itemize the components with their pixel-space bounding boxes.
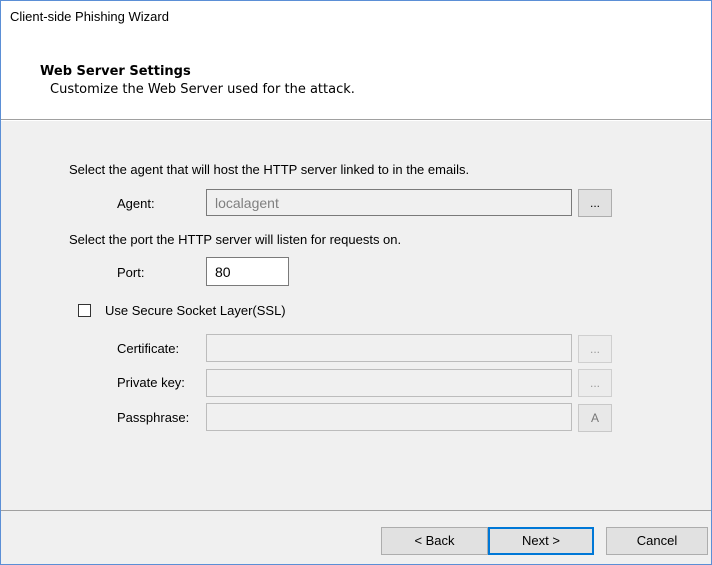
private-key-browse-button[interactable]: ... (578, 369, 612, 397)
next-button[interactable]: Next > (488, 527, 594, 555)
ssl-checkbox[interactable] (78, 304, 91, 317)
certificate-field[interactable] (206, 334, 572, 362)
wizard-footer: < Back Next > Cancel (1, 511, 711, 564)
certificate-label: Certificate: (117, 341, 180, 356)
passphrase-label: Passphrase: (117, 410, 190, 425)
private-key-field[interactable] (206, 369, 572, 397)
wizard-header: Web Server Settings Customize the Web Se… (1, 45, 711, 119)
wizard-content: Select the agent that will host the HTTP… (1, 121, 711, 510)
agent-browse-button[interactable]: ... (578, 189, 612, 217)
ssl-checkbox-label[interactable]: Use Secure Socket Layer(SSL) (105, 303, 286, 318)
private-key-label: Private key: (117, 375, 185, 390)
port-label: Port: (117, 265, 145, 280)
port-field[interactable] (206, 257, 289, 286)
window-title: Client-side Phishing Wizard (10, 9, 169, 24)
port-instruction: Select the port the HTTP server will lis… (69, 232, 402, 247)
wizard-window: Client-side Phishing Wizard Web Server S… (0, 0, 712, 565)
cancel-button[interactable]: Cancel (606, 527, 708, 555)
passphrase-toggle-button[interactable]: A (578, 404, 612, 432)
agent-instruction: Select the agent that will host the HTTP… (69, 162, 470, 177)
certificate-browse-button[interactable]: ... (578, 335, 612, 363)
agent-label: Agent: (117, 196, 155, 211)
agent-field[interactable] (206, 189, 572, 216)
page-title: Web Server Settings (40, 64, 191, 79)
page-subtitle: Customize the Web Server used for the at… (50, 82, 355, 97)
passphrase-field[interactable] (206, 403, 572, 431)
back-button[interactable]: < Back (381, 527, 488, 555)
